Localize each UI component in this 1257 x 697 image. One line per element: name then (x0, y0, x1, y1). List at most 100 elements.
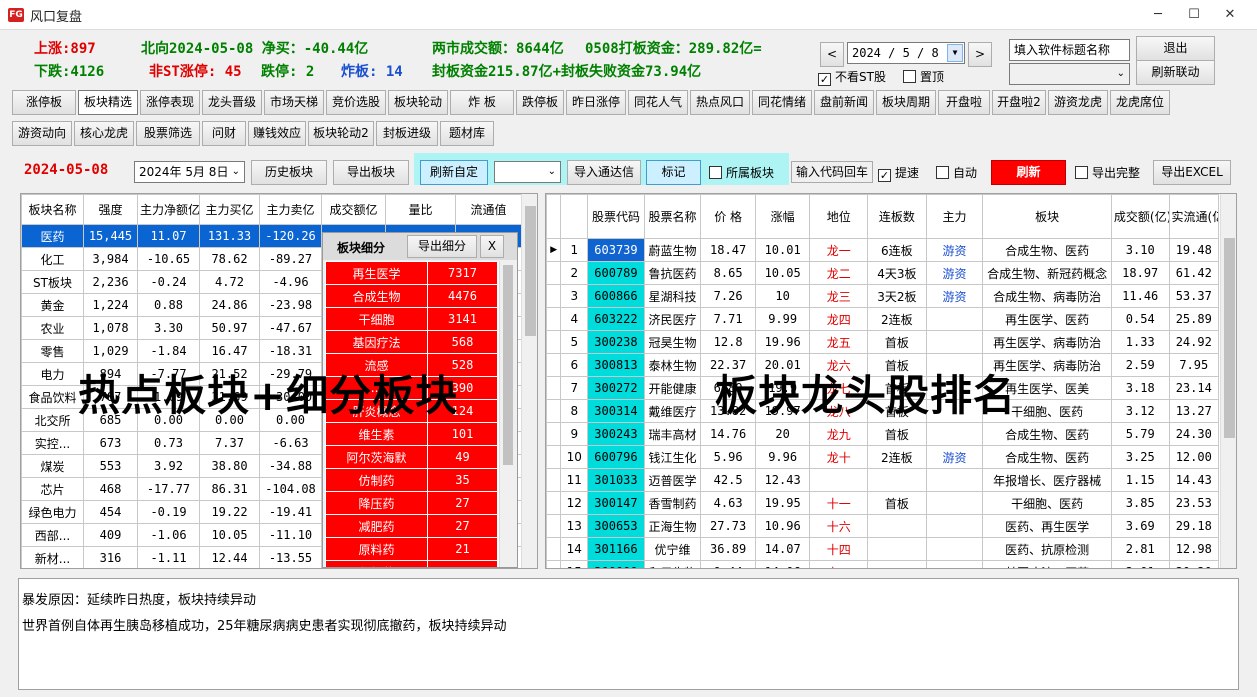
minimize-button[interactable]: ─ (1140, 4, 1176, 26)
tab-8[interactable]: 跌停板 (516, 90, 564, 115)
stock-col-header[interactable]: 价 格 (700, 194, 756, 239)
tab2-6[interactable]: 封板进级 (376, 121, 438, 146)
block-col-header[interactable]: 主力买亿 (199, 194, 260, 225)
table-row[interactable]: 11 301033 迈普医学 42.5 12.43 年报增长、医疗器械 1.15 14.43 (546, 468, 1220, 492)
tab-2[interactable]: 涨停表现 (140, 90, 200, 115)
close-button[interactable]: ✕ (1212, 4, 1248, 26)
tab-14[interactable]: 板块周期 (876, 90, 936, 115)
stock-col-header[interactable]: 主力 (925, 194, 984, 239)
stock-col-header[interactable]: 板块 (982, 194, 1112, 239)
list-item[interactable]: 干细胞 3141 (325, 307, 498, 331)
table-row[interactable]: 10 600796 钱江生化 5.96 9.96 龙十 2连板 游资 合成生物、医药 3.25 12… (546, 445, 1220, 469)
tab-7[interactable]: 炸 板 (450, 90, 514, 115)
tab-18[interactable]: 龙虎席位 (1110, 90, 1170, 115)
block-col-header[interactable]: 板块名称 (21, 194, 84, 225)
tab-12[interactable]: 同花情绪 (752, 90, 812, 115)
exit-button[interactable]: 退出 (1136, 36, 1215, 61)
list-item[interactable]: 仿制药 35 (325, 468, 498, 492)
export-sub-button[interactable]: 导出细分 (407, 235, 477, 258)
title-input[interactable]: 填入软件标题名称 (1009, 39, 1130, 61)
maximize-button[interactable]: ☐ (1176, 4, 1212, 26)
export-block-button[interactable]: 导出板块 (333, 160, 409, 185)
table-row[interactable]: ▶ 1 603739 蔚蓝生物 18.47 10.01 龙一 6连板 游资 合成生物、医药 3.10… (546, 238, 1220, 262)
list-item[interactable]: 维生素 101 (325, 422, 498, 446)
table-row[interactable]: 9 300243 瑞丰高材 14.76 20 龙九 首板 合成生物、医药 5.79 24.30 (546, 422, 1220, 446)
list-item[interactable]: 减肥药 27 (325, 514, 498, 538)
list-item[interactable]: 合成生物 4476 (325, 284, 498, 308)
table-row[interactable]: 5 300238 冠昊生物 12.8 19.96 龙五 首板 再生医学、病毒防治 1.33 24.… (546, 330, 1220, 354)
stock-col-header[interactable]: 成交额(亿) (1110, 194, 1170, 239)
tab-10[interactable]: 同花人气 (628, 90, 688, 115)
auto-checkbox[interactable]: 自动 (936, 164, 977, 181)
list-item[interactable]: 原料药 21 (325, 537, 498, 561)
next-date-button[interactable]: > (968, 42, 992, 67)
popup-scrollbar[interactable] (499, 261, 515, 567)
date-picker[interactable]: 2024 / 5 / 8 ▼ (847, 42, 965, 64)
tab-9[interactable]: 昨日涨停 (566, 90, 626, 115)
tab2-7[interactable]: 题材库 (440, 121, 494, 146)
tab-16[interactable]: 开盘啦2 (992, 90, 1046, 115)
tab-3[interactable]: 龙头晋级 (202, 90, 262, 115)
stock-col-header[interactable]: 地位 (809, 194, 869, 239)
stock-col-header[interactable]: 股票代码 (587, 194, 645, 239)
tab2-1[interactable]: 核心龙虎 (74, 121, 134, 146)
tab2-5[interactable]: 板块轮动2 (308, 121, 374, 146)
table-row[interactable]: 13 300653 正海生物 27.73 10.96 十六 医药、再生医学 3.69 29.18 (546, 514, 1220, 538)
table-row[interactable]: 3 600866 星湖科技 7.26 10 龙三 3天2板 游资 合成生物、病毒防治 11.46 5… (546, 284, 1220, 308)
tab2-4[interactable]: 赚钱效应 (248, 121, 306, 146)
pin-checkbox[interactable]: 置顶 (903, 68, 944, 85)
export-complete-checkbox[interactable]: 导出完整 (1075, 164, 1140, 181)
table-row[interactable]: 2 600789 鲁抗医药 8.65 10.05 龙二 4天3板 游资 合成生物、新冠药概念 18… (546, 261, 1220, 285)
block-col-header[interactable]: 强度 (83, 194, 138, 225)
refresh-link-button[interactable]: 刷新联动 (1136, 60, 1215, 85)
tab-15[interactable]: 开盘啦 (938, 90, 990, 115)
tab-17[interactable]: 游资龙虎 (1048, 90, 1108, 115)
custom-select[interactable]: ⌄ (494, 161, 561, 183)
stock-col-header[interactable]: 涨幅 (754, 194, 811, 239)
speedup-checkbox[interactable]: ✓ 提速 (878, 164, 919, 182)
refresh-custom-button[interactable]: 刷新自定 (420, 160, 488, 185)
block-col-header[interactable]: 主力净额亿 (137, 194, 200, 225)
prev-date-button[interactable]: < (820, 42, 844, 67)
block-col-header[interactable]: 量比 (385, 194, 456, 225)
block-col-header[interactable]: 流通值 (455, 194, 522, 225)
scroll-thumb[interactable] (503, 265, 513, 465)
tab2-3[interactable]: 问财 (202, 121, 246, 146)
scroll-thumb[interactable] (525, 206, 536, 336)
import-tdx-button[interactable]: 导入通达信 (567, 160, 641, 185)
list-item[interactable]: 降压药 27 (325, 491, 498, 515)
tab-1[interactable]: 板块精选 (78, 90, 138, 115)
block-col-header[interactable]: 成交额亿 (321, 194, 386, 225)
mark-button[interactable]: 标记 (646, 160, 701, 185)
table-row[interactable]: 12 300147 香雪制药 4.63 19.95 十一 首板 干细胞、医药 3.85 23.53 (546, 491, 1220, 515)
tab2-0[interactable]: 游资动向 (12, 121, 72, 146)
tab-0[interactable]: 涨停板 (12, 90, 76, 115)
right-scrollbar[interactable] (1220, 194, 1236, 568)
list-item[interactable]: 阿尔茨海默 49 (325, 445, 498, 469)
list-item[interactable]: 创新药9 (325, 560, 498, 567)
block-date-select[interactable]: 2024年 5月 8日 ⌄ (134, 161, 245, 183)
tab2-2[interactable]: 股票筛选 (136, 121, 200, 146)
tab-13[interactable]: 盘前新闻 (814, 90, 874, 115)
tab-6[interactable]: 板块轮动 (388, 90, 448, 115)
popup-close-button[interactable]: X (480, 235, 504, 258)
table-row[interactable]: 14 301166 优宁维 36.89 14.07 十四 医药、抗原检测 2.81 12.98 (546, 537, 1220, 561)
stock-col-header[interactable]: 股票名称 (643, 194, 702, 239)
code-input[interactable]: 输入代码回车 (791, 161, 873, 183)
export-excel-button[interactable]: 导出EXCEL (1153, 160, 1231, 185)
chevron-down-icon[interactable]: ▼ (947, 44, 963, 62)
table-row[interactable]: 15300000和元生物9.4414.06十五 基因疗法、医药2.0120.20 (546, 560, 1220, 568)
table-row[interactable]: 4 603222 济民医疗 7.71 9.99 龙四 2连板 再生医学、医药 0.54 25.89 (546, 307, 1220, 331)
list-item[interactable]: 基因疗法 568 (325, 330, 498, 354)
no-st-checkbox[interactable]: ✓ 不看ST股 (818, 68, 886, 86)
title-select[interactable]: ⌄ (1009, 63, 1130, 85)
list-item[interactable]: 再生医学 7317 (325, 261, 498, 285)
refresh-button[interactable]: 刷新 (991, 160, 1066, 185)
stock-col-header[interactable]: 连板数 (867, 194, 927, 239)
scroll-thumb[interactable] (1224, 238, 1235, 438)
stock-col-header[interactable]: 实流通(亿) (1168, 194, 1220, 239)
belong-block-checkbox[interactable]: 所属板块 (709, 164, 774, 181)
tab-4[interactable]: 市场天梯 (264, 90, 324, 115)
history-block-button[interactable]: 历史板块 (251, 160, 327, 185)
block-col-header[interactable]: 主力卖亿 (259, 194, 322, 225)
